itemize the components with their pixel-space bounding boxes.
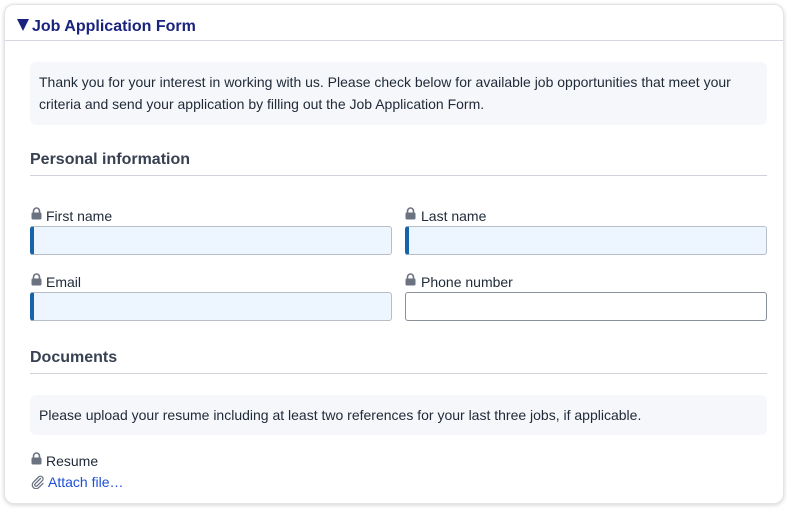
form-title: Job Application Form	[32, 18, 196, 35]
last-name-input[interactable]	[405, 226, 767, 255]
phone-number-input[interactable]	[405, 292, 767, 321]
lock-icon	[405, 207, 416, 220]
paperclip-icon[interactable]	[31, 475, 45, 489]
first-name-label: First name	[46, 208, 113, 224]
intro-notice: Thank you for your interest in working w…	[30, 62, 767, 125]
attach-file-link[interactable]: Attach file…	[48, 473, 123, 491]
lock-icon	[31, 273, 42, 286]
last-name-label: Last name	[421, 208, 487, 224]
email-label: Email	[46, 274, 82, 290]
resume-label: Resume	[46, 453, 99, 469]
email-input[interactable]	[30, 292, 392, 321]
documents-notice: Please upload your resume including at l…	[30, 395, 767, 435]
personal-information-heading: Personal information	[30, 150, 767, 176]
documents-heading: Documents	[30, 348, 767, 374]
first-name-input[interactable]	[30, 226, 392, 255]
caret-down-icon[interactable]	[17, 19, 29, 31]
lock-icon	[31, 452, 42, 465]
phone-number-label: Phone number	[421, 274, 513, 290]
job-application-card: Job Application Form Thank you for your …	[4, 4, 784, 504]
lock-icon	[405, 273, 416, 286]
lock-icon	[31, 207, 42, 220]
card-header[interactable]: Job Application Form	[5, 5, 783, 41]
